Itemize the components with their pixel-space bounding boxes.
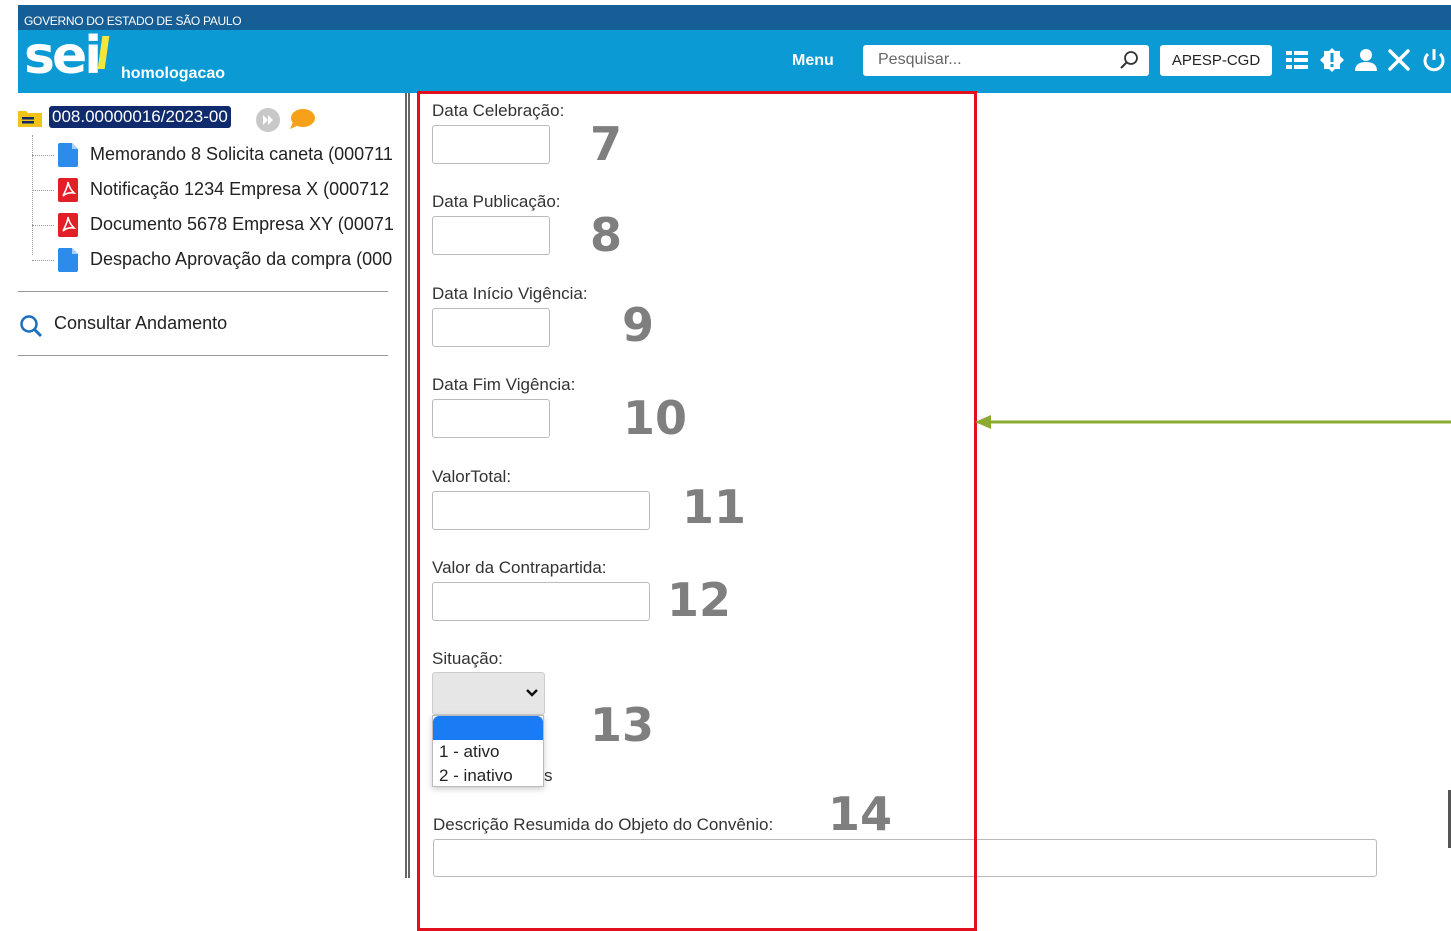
environment-label: homologacao xyxy=(121,65,226,82)
obscured-text-fragment: s xyxy=(544,766,553,785)
tree-branch xyxy=(32,260,54,261)
tree-document-item[interactable]: Memorando 8 Solicita caneta (000711 xyxy=(18,141,406,169)
logo-accent xyxy=(97,36,110,69)
process-number[interactable]: 008.00000016/2023-00 xyxy=(49,106,231,128)
data-publicacao-label: Data Publicação: xyxy=(432,192,561,211)
descricao-objeto-label: Descrição Resumida do Objeto do Convênio… xyxy=(433,815,774,834)
search-icon[interactable] xyxy=(1119,50,1139,70)
valor-total-label: ValorTotal: xyxy=(432,467,512,486)
consult-progress-label[interactable]: Consultar Andamento xyxy=(54,313,227,334)
step-marker: 7 xyxy=(590,117,623,171)
government-bar: GOVERNO DO ESTADO DE SÃO PAULO xyxy=(18,5,1451,30)
folder-open-icon xyxy=(18,111,42,127)
pdf-icon xyxy=(58,213,78,237)
sidebar-divider xyxy=(18,355,388,356)
descricao-objeto-input[interactable] xyxy=(433,839,1377,877)
sei-logo[interactable]: sei xyxy=(24,26,102,86)
pdf-icon xyxy=(58,178,78,202)
data-celebracao-input[interactable] xyxy=(432,125,550,164)
valor-contrapartida-label: Valor da Contrapartida: xyxy=(432,558,607,577)
situacao-select[interactable] xyxy=(432,672,545,715)
valor-total-input[interactable] xyxy=(432,491,650,530)
tree-branch xyxy=(32,190,54,191)
situacao-label: Situação: xyxy=(432,649,503,668)
step-marker: 11 xyxy=(682,480,747,534)
step-marker: 8 xyxy=(590,208,623,262)
chevron-down-icon xyxy=(526,689,538,697)
internal-document-icon xyxy=(58,248,78,272)
search-box xyxy=(863,45,1149,76)
situacao-option[interactable]: 2 - inativo xyxy=(433,764,543,788)
unit-selector-button[interactable]: APESP-CGD xyxy=(1160,45,1272,76)
document-label[interactable]: Notificação 1234 Empresa X (000712 xyxy=(90,179,402,200)
data-inicio-vigencia-input[interactable] xyxy=(432,308,550,347)
situacao-dropdown: 1 - ativo 2 - inativo xyxy=(432,715,544,787)
data-celebracao-label: Data Celebração: xyxy=(432,101,565,120)
process-tree-panel: 008.00000016/2023-00 Memorando 8 Solicit… xyxy=(18,93,406,883)
step-marker: 14 xyxy=(828,787,893,841)
tree-document-item[interactable]: Despacho Aprovação da compra (000 xyxy=(18,246,406,274)
menu-button[interactable]: Menu xyxy=(792,52,834,70)
power-icon[interactable] xyxy=(1421,47,1447,73)
fast-forward-icon[interactable] xyxy=(255,107,281,133)
step-marker: 9 xyxy=(622,298,655,352)
step-marker: 13 xyxy=(590,698,655,752)
valor-contrapartida-input[interactable] xyxy=(432,582,650,621)
tools-icon[interactable] xyxy=(1386,47,1412,73)
tree-document-item[interactable]: Documento 5678 Empresa XY (00071 xyxy=(18,211,406,239)
user-icon[interactable] xyxy=(1353,47,1379,73)
data-publicacao-input[interactable] xyxy=(432,216,550,255)
data-fim-vigencia-label: Data Fim Vigência: xyxy=(432,375,576,394)
search-icon xyxy=(20,315,43,338)
step-marker: 10 xyxy=(623,391,688,445)
tree-branch xyxy=(32,225,54,226)
sidebar-divider xyxy=(18,291,388,292)
tree-document-item[interactable]: Notificação 1234 Empresa X (000712 xyxy=(18,176,406,204)
comment-icon[interactable] xyxy=(288,108,316,130)
situacao-option[interactable]: 1 - ativo xyxy=(433,740,543,764)
agreement-form: Data Celebração: 7 Data Publicação: 8 Da… xyxy=(410,93,1451,921)
internal-document-icon xyxy=(58,143,78,167)
document-label[interactable]: Despacho Aprovação da compra (000 xyxy=(90,249,402,270)
data-inicio-vigencia-label: Data Início Vigência: xyxy=(432,284,588,303)
data-fim-vigencia-input[interactable] xyxy=(432,399,550,438)
document-label[interactable]: Memorando 8 Solicita caneta (000711 xyxy=(90,144,402,165)
step-marker: 12 xyxy=(667,573,732,627)
alert-icon[interactable] xyxy=(1319,47,1345,73)
search-input[interactable] xyxy=(863,45,1103,74)
app-header: sei homologacao Menu APESP-CGD xyxy=(18,26,1451,93)
list-icon[interactable] xyxy=(1284,47,1310,73)
situacao-option-blank[interactable] xyxy=(433,716,543,740)
pointer-arrow xyxy=(975,415,1451,429)
document-label[interactable]: Documento 5678 Empresa XY (00071 xyxy=(90,214,402,235)
tree-branch xyxy=(32,155,54,156)
